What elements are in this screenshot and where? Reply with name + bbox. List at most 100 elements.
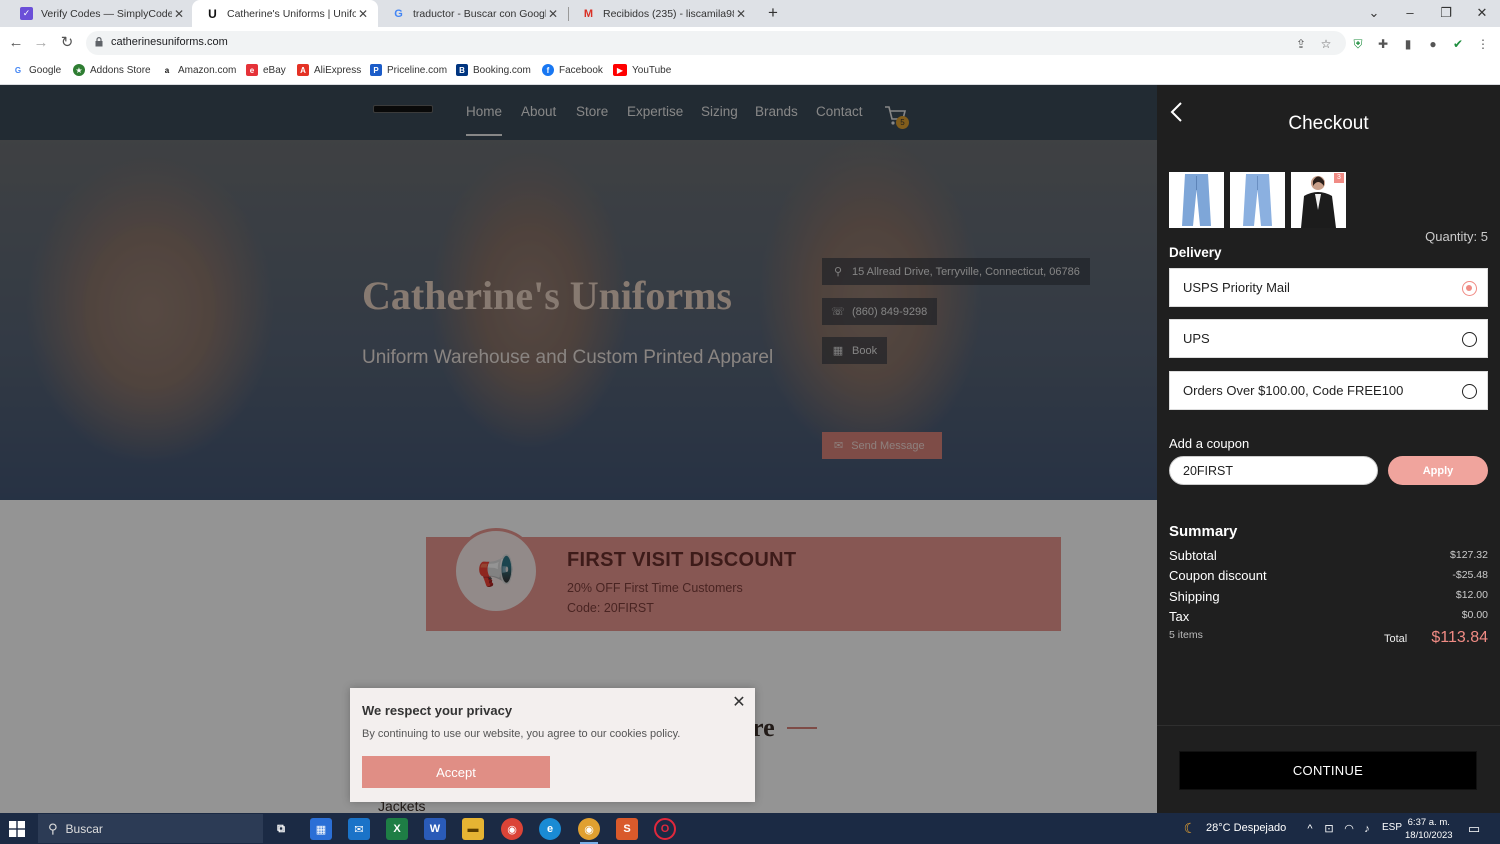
network-icon[interactable]: ⊡ bbox=[1322, 822, 1336, 836]
bookmark-priceline[interactable]: P Priceline.com bbox=[370, 64, 447, 76]
sublime-icon[interactable]: S bbox=[616, 818, 638, 840]
close-icon[interactable]: ✕ bbox=[731, 695, 747, 711]
tab-catherines-uniforms[interactable]: U Catherine's Uniforms | Uniform & ✕ bbox=[192, 0, 378, 27]
tab-google-translate[interactable]: G traductor - Buscar con Google ✕ bbox=[378, 0, 568, 27]
forward-arrow-icon[interactable]: → bbox=[31, 33, 51, 53]
profile-icon[interactable]: ● bbox=[1426, 37, 1440, 51]
bookmark-google[interactable]: G Google bbox=[12, 64, 61, 76]
checkout-panel: Checkout 3 Quantity: 5 Delivery USPS Pri… bbox=[1157, 85, 1500, 813]
close-icon[interactable]: ✕ bbox=[172, 7, 186, 21]
restore-button[interactable]: ❐ bbox=[1428, 0, 1464, 27]
weather-moon-icon: ☾ bbox=[1183, 820, 1197, 836]
bookmarks-bar: G Google ★ Addons Store a Amazon.com e eBay … bbox=[0, 59, 1500, 85]
volume-icon[interactable]: ♪ bbox=[1360, 822, 1374, 836]
facebook-icon: f bbox=[542, 64, 554, 76]
delivery-option-ups[interactable]: UPS bbox=[1169, 319, 1488, 358]
excel-icon[interactable]: X bbox=[386, 818, 408, 840]
browser-tab-bar: ✓ Verify Codes — SimplyCodes ✕ U Catheri… bbox=[0, 0, 1500, 27]
simplycodes-icon: ✓ bbox=[20, 7, 33, 20]
priceline-icon: P bbox=[370, 64, 382, 76]
extensions-puzzle-icon[interactable]: ✚ bbox=[1376, 37, 1390, 51]
bookmark-addons-store[interactable]: ★ Addons Store bbox=[73, 64, 151, 76]
clock-date: 18/10/2023 bbox=[1405, 830, 1453, 841]
reload-icon[interactable]: ↻ bbox=[57, 33, 77, 53]
tab-search-icon[interactable]: ⌄ bbox=[1356, 0, 1392, 27]
delivery-option-usps[interactable]: USPS Priority Mail bbox=[1169, 268, 1488, 307]
share-icon[interactable]: ⇪ bbox=[1294, 37, 1308, 51]
close-icon[interactable]: ✕ bbox=[546, 7, 560, 21]
file-explorer-icon[interactable]: ▬ bbox=[462, 818, 484, 840]
coupon-discount-value: -$25.48 bbox=[1452, 569, 1488, 581]
catherines-icon: U bbox=[208, 6, 217, 21]
summary-title: Summary bbox=[1169, 523, 1238, 540]
coupon-discount-label: Coupon discount bbox=[1169, 568, 1267, 583]
continue-button[interactable]: CONTINUE bbox=[1179, 751, 1477, 790]
bookmark-facebook[interactable]: f Facebook bbox=[542, 64, 603, 76]
side-panel-icon[interactable]: ▮ bbox=[1401, 37, 1415, 51]
shipping-value: $12.00 bbox=[1455, 589, 1488, 601]
chevron-up-icon[interactable]: ^ bbox=[1303, 822, 1317, 836]
cookie-banner: We respect your privacy By continuing to… bbox=[350, 688, 755, 802]
system-clock[interactable]: 6:37 a. m. 18/10/2023 bbox=[1405, 816, 1453, 842]
delivery-label: Delivery bbox=[1169, 245, 1222, 260]
total-label: Total bbox=[1384, 633, 1408, 645]
booking-icon: B bbox=[456, 64, 468, 76]
wifi-icon[interactable]: ◠ bbox=[1342, 822, 1356, 836]
new-tab-button[interactable]: + bbox=[763, 3, 783, 23]
aliexpress-icon: A bbox=[297, 64, 309, 76]
back-arrow-icon[interactable]: ← bbox=[6, 33, 26, 53]
mail-icon[interactable]: ✉ bbox=[348, 818, 370, 840]
google-icon: G bbox=[394, 7, 403, 20]
tab-gmail[interactable]: M Recibidos (235) - liscamila9871@ ✕ bbox=[568, 0, 756, 27]
weather-text[interactable]: 28°C Despejado bbox=[1206, 822, 1286, 834]
close-icon[interactable]: ✕ bbox=[356, 7, 370, 21]
close-icon[interactable]: ✕ bbox=[734, 7, 748, 21]
radio-selected[interactable] bbox=[1462, 281, 1477, 296]
bookmark-aliexpress[interactable]: A AliExpress bbox=[297, 64, 361, 76]
subtotal-label: Subtotal bbox=[1169, 548, 1217, 563]
accept-cookies-button[interactable]: Accept bbox=[362, 756, 550, 788]
word-icon[interactable]: W bbox=[424, 818, 446, 840]
notifications-icon[interactable]: ▭ bbox=[1467, 822, 1481, 836]
tab-title: Recibidos (235) - liscamila9871@ bbox=[603, 7, 734, 20]
store-icon[interactable]: ▦ bbox=[310, 818, 332, 840]
product-thumbnail-pants-1[interactable] bbox=[1169, 172, 1224, 228]
delivery-option-free100[interactable]: Orders Over $100.00, Code FREE100 bbox=[1169, 371, 1488, 410]
tab-simplycodes[interactable]: ✓ Verify Codes — SimplyCodes ✕ bbox=[6, 0, 194, 27]
chrome-profile-icon[interactable]: ◉ bbox=[578, 818, 600, 844]
minimize-button[interactable]: – bbox=[1392, 0, 1428, 27]
close-window-button[interactable]: ✕ bbox=[1464, 0, 1500, 27]
coupon-input[interactable] bbox=[1169, 456, 1378, 485]
product-thumbnail-jacket[interactable]: 3 bbox=[1291, 172, 1346, 228]
bookmark-booking[interactable]: B Booking.com bbox=[456, 64, 531, 76]
security-extension-icon[interactable]: ✔ bbox=[1451, 37, 1465, 51]
radio-unselected[interactable] bbox=[1462, 384, 1477, 399]
radio-unselected[interactable] bbox=[1462, 332, 1477, 347]
youtube-icon: ▶ bbox=[613, 64, 627, 76]
scrub-pants-image bbox=[1243, 174, 1272, 226]
bookmark-star-icon[interactable]: ☆ bbox=[1319, 37, 1333, 51]
product-thumbnail-pants-2[interactable] bbox=[1230, 172, 1285, 228]
language-indicator[interactable]: ESP bbox=[1382, 822, 1402, 833]
edge-icon[interactable]: e bbox=[539, 818, 561, 840]
taskbar-search[interactable]: ⚲ Buscar bbox=[38, 814, 263, 843]
scrub-pants-image bbox=[1182, 174, 1211, 226]
clock-time: 6:37 a. m. bbox=[1407, 817, 1450, 828]
chrome-icon[interactable]: ◉ bbox=[501, 818, 523, 840]
extension-shield-icon[interactable]: ⛨ bbox=[1351, 37, 1365, 51]
tab-title: Verify Codes — SimplyCodes bbox=[41, 7, 172, 20]
opera-icon[interactable]: O bbox=[654, 818, 676, 840]
bookmark-ebay[interactable]: e eBay bbox=[246, 64, 286, 76]
gmail-icon: M bbox=[583, 7, 594, 20]
task-view-icon[interactable]: ⧉ bbox=[270, 818, 292, 840]
quantity-label: Quantity: 5 bbox=[1425, 229, 1488, 244]
search-icon: ⚲ bbox=[48, 820, 58, 836]
bookmark-youtube[interactable]: ▶ YouTube bbox=[613, 64, 671, 76]
bookmark-amazon[interactable]: a Amazon.com bbox=[161, 64, 237, 76]
address-bar[interactable]: catherinesuniforms.com ⇪ ☆ bbox=[86, 31, 1346, 55]
menu-kebab-icon[interactable]: ⋮ bbox=[1476, 37, 1490, 51]
amazon-icon: a bbox=[164, 65, 170, 75]
windows-start-icon[interactable] bbox=[9, 821, 25, 837]
total-value: $113.84 bbox=[1431, 629, 1488, 646]
apply-coupon-button[interactable]: Apply bbox=[1388, 456, 1488, 485]
